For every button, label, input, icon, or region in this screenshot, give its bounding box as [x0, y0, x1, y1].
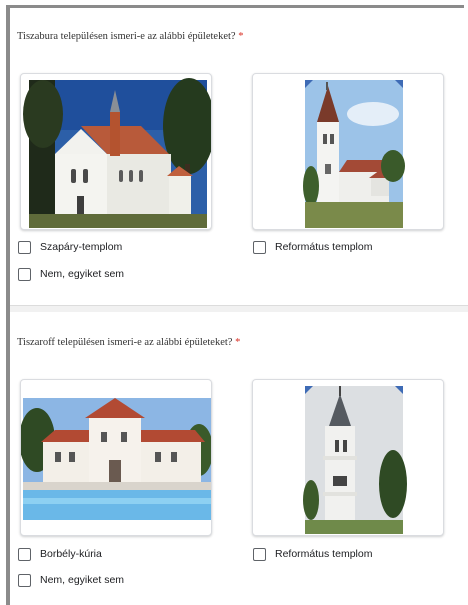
image-card-reformed-church-tiszaroff[interactable] — [252, 379, 444, 536]
option-reformatus-templom-1[interactable]: Református templom — [253, 238, 372, 256]
checkbox[interactable] — [18, 240, 31, 254]
checkbox[interactable] — [18, 547, 31, 561]
question-2-title: Tiszaroff településen ismeri-e az alábbi… — [17, 337, 240, 348]
option-label: Református templom — [275, 548, 373, 560]
section-divider — [10, 305, 468, 312]
option-szapary-templom[interactable]: Szapáry-templom — [18, 238, 122, 256]
church-tower-photo — [303, 80, 405, 228]
checkbox[interactable] — [253, 240, 266, 254]
required-mark: * — [238, 31, 244, 42]
option-label: Nem, egyiket sem — [40, 574, 125, 586]
checkbox[interactable] — [18, 267, 31, 281]
option-nem-egyiket-sem-2[interactable]: Nem, egyiket sem — [18, 571, 124, 589]
question-2-text: településen ismeri-e az alábbi épületeke… — [54, 337, 233, 348]
manor-pool-photo — [21, 398, 211, 520]
church-photo — [23, 78, 211, 228]
question-1-title: Tiszabura településen ismeri-e az alábbi… — [17, 31, 243, 42]
option-label: Református templom — [275, 241, 373, 253]
church-tower-photo — [303, 386, 407, 534]
option-reformatus-templom-2[interactable]: Református templom — [253, 545, 372, 563]
frame-top-border — [6, 5, 464, 8]
checkbox[interactable] — [18, 573, 31, 587]
option-label: Szapáry-templom — [40, 241, 123, 253]
option-borbely-kuria[interactable]: Borbély-kúria — [18, 545, 102, 563]
image-card-reformed-church-tiszabura[interactable] — [252, 73, 444, 230]
question-1-text: településen ismeri-e az alábbi épületeke… — [58, 31, 236, 42]
question-2-place: Tiszaroff — [17, 337, 55, 348]
option-label: Nem, egyiket sem — [40, 268, 125, 280]
image-card-borbely-kuria[interactable] — [20, 379, 212, 536]
question-1-place: Tiszabura — [17, 31, 59, 42]
checkbox[interactable] — [253, 547, 266, 561]
required-mark: * — [235, 337, 241, 348]
image-card-szapary-church[interactable] — [20, 73, 212, 230]
option-label: Borbély-kúria — [40, 548, 102, 560]
option-nem-egyiket-sem-1[interactable]: Nem, egyiket sem — [18, 265, 124, 283]
